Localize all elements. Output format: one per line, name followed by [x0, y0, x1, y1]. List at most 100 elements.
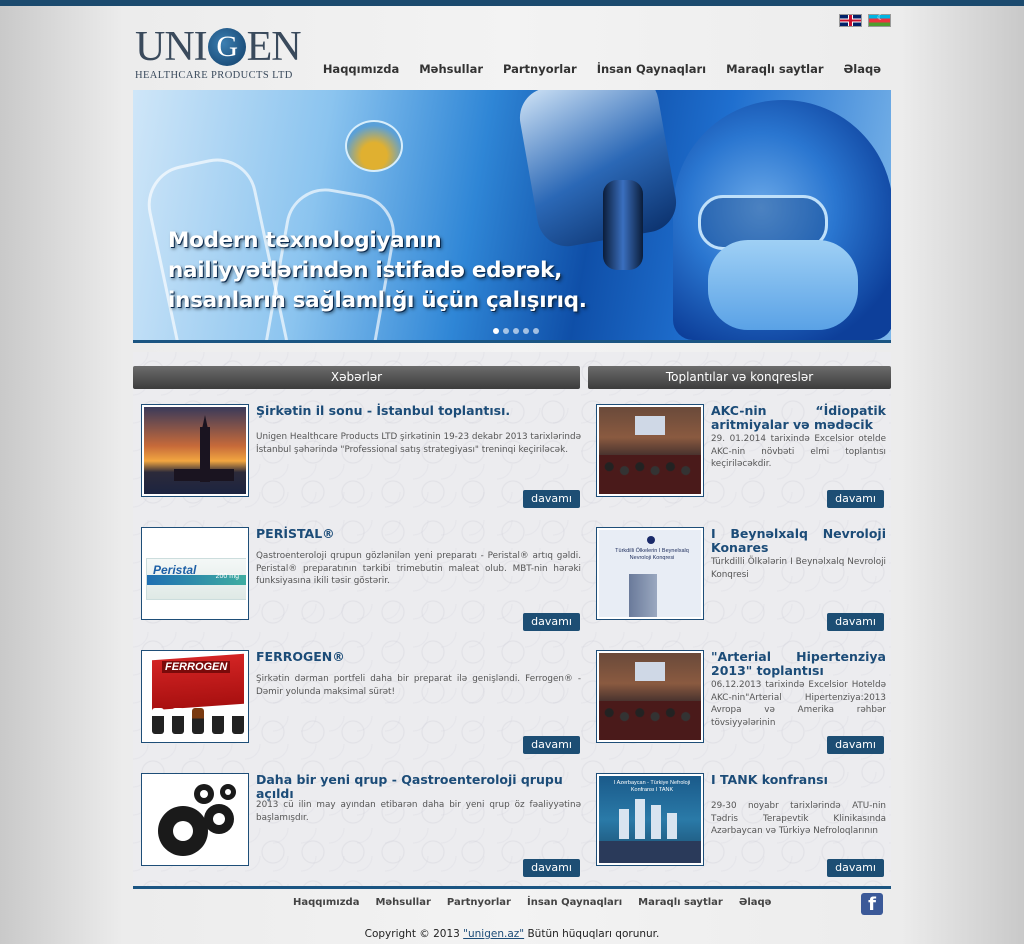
event-item: AKC-nin “İdiopatik aritmiyalar və mədəci… — [596, 404, 891, 514]
event-text: 29. 01.2014 tarixində Excelsior otelde A… — [711, 434, 886, 469]
news-title[interactable]: Şirkətin il sonu - İstanbul toplantısı. — [256, 404, 581, 418]
logo-subtitle: HEALTHCARE PRODUCTS LTD — [135, 70, 293, 81]
english-flag-icon[interactable] — [839, 14, 862, 27]
news-heading: Xəbərlər — [133, 366, 580, 389]
news-item: FERROGEN FERROGEN® Şirkətin dərman portf… — [141, 650, 581, 760]
news-thumbnail[interactable] — [141, 404, 249, 497]
language-switcher — [839, 13, 891, 27]
event-title[interactable]: I TANK konfransı — [711, 773, 886, 787]
ampoule — [232, 708, 244, 734]
read-more-button[interactable]: davamı — [827, 859, 884, 877]
read-more-button[interactable]: davamı — [523, 490, 580, 508]
content-area: Xəbərlər Toplantılar və konqreslər Şirkə… — [133, 352, 891, 886]
event-item: I Azerbaycan - Türkiye Nefroloji Konfran… — [596, 773, 891, 883]
neurology-congress-poster: Türkdilli Ölkelerin I Beynelxalq Nevrolo… — [599, 530, 701, 617]
nav-careers[interactable]: İnsan Qaynaqları — [597, 62, 706, 76]
news-item: Şirkətin il sonu - İstanbul toplantısı. … — [141, 404, 581, 514]
event-thumbnail[interactable] — [596, 650, 704, 743]
read-more-button[interactable]: davamı — [827, 736, 884, 754]
page-container: UNIGEN HEALTHCARE PRODUCTS LTD Haqqımızd… — [133, 0, 891, 944]
slider-dot[interactable] — [503, 328, 509, 334]
banner-slogan-line: insanların sağlamlığı üçün çalışırıq. — [168, 288, 587, 313]
slider-dot[interactable] — [523, 328, 529, 334]
copyright: Copyright © 2013 "unigen.az" Bütün hüquq… — [133, 928, 891, 940]
conference-audience — [599, 700, 701, 740]
copyright-text: Copyright © 2013 — [364, 928, 460, 940]
event-item: Türkdilli Ölkelerin I Beynelxalq Nevrolo… — [596, 527, 891, 637]
ampoule — [192, 708, 204, 734]
slider-dots — [493, 328, 539, 334]
slider-dot[interactable] — [513, 328, 519, 334]
gear-icon — [158, 806, 208, 856]
facebook-icon[interactable]: f — [861, 893, 883, 915]
nav-partners[interactable]: Partnyorlar — [503, 62, 577, 76]
gear-icon — [194, 784, 214, 804]
congress-emblem — [647, 536, 655, 544]
read-more-button[interactable]: davamı — [523, 736, 580, 754]
event-thumbnail[interactable]: I Azerbaycan - Türkiye Nefroloji Konfran… — [596, 773, 704, 866]
event-text: 06.12.2013 tarixində Excelsior Hoteldə A… — [711, 680, 886, 728]
banner-slogan-line: nailiyyətlərindən istifadə edərək, — [168, 258, 562, 283]
read-more-button[interactable]: davamı — [827, 613, 884, 631]
slider-dot[interactable] — [533, 328, 539, 334]
events-heading: Toplantılar və konqreslər — [588, 366, 891, 389]
poster-text: I Azerbaycan - Türkiye Nefroloji Konfran… — [613, 780, 691, 793]
news-text: Unigen Healthcare Products LTD şirkətini… — [256, 432, 581, 455]
event-text: 29-30 noyabr tarixlərində ATU-nin Tədris… — [711, 801, 886, 836]
gear-icon — [220, 784, 236, 800]
news-thumbnail[interactable]: Peristal 200 mg — [141, 527, 249, 620]
footer-nav-partners[interactable]: Partnyorlar — [447, 897, 511, 908]
logo-g-emblem: G — [207, 28, 246, 66]
building-silhouette — [667, 813, 677, 839]
logo[interactable]: UNI G EN HEALTHCARE PRODUCTS LTD — [135, 26, 305, 86]
poster-footer — [599, 841, 701, 863]
news-thumbnail[interactable]: FERROGEN — [141, 650, 249, 743]
hero-banner: Modern texnologiyanın nailiyyətlərindən … — [133, 90, 891, 340]
banner-slogan: Modern texnologiyanın nailiyyətlərindən … — [168, 226, 587, 316]
event-thumbnail[interactable]: Türkdilli Ölkelerin I Beynelxalq Nevrolo… — [596, 527, 704, 620]
event-title[interactable]: I Beynəlxalq Nevroloji Konares — [711, 527, 886, 555]
nav-contact[interactable]: Əlaqə — [844, 62, 882, 76]
ampoule — [212, 708, 224, 734]
copyright-site-link[interactable]: "unigen.az" — [463, 928, 524, 940]
news-title[interactable]: PERİSTAL® — [256, 527, 581, 541]
news-text: 2013 cü ilin may ayından etibarən daha b… — [256, 800, 581, 823]
istanbul-tower-image — [144, 407, 246, 494]
building-silhouette — [619, 809, 629, 839]
peristal-box-dose: 200 mg — [215, 573, 239, 580]
copyright-rights: Bütün hüquqları qorunur. — [527, 928, 660, 940]
footer-nav-about[interactable]: Haqqımızda — [293, 897, 359, 908]
read-more-button[interactable]: davamı — [523, 613, 580, 631]
nav-products[interactable]: Məhsullar — [419, 62, 483, 76]
main-nav: Haqqımızda Məhsullar Partnyorlar İnsan Q… — [323, 62, 881, 76]
slider-dot[interactable] — [493, 328, 499, 334]
tank-conference-poster: I Azerbaycan - Türkiye Nefroloji Konfran… — [599, 776, 701, 863]
banner-microscope-lens — [603, 180, 643, 270]
maiden-tower-image — [629, 574, 657, 617]
conference-photo — [599, 407, 701, 494]
news-title[interactable]: FERROGEN® — [256, 650, 581, 664]
footer-nav-contact[interactable]: Əlaqə — [739, 897, 772, 908]
news-thumbnail[interactable] — [141, 773, 249, 866]
read-more-button[interactable]: davamı — [827, 490, 884, 508]
event-thumbnail[interactable] — [596, 404, 704, 497]
news-title[interactable]: Daha bir yeni qrup - Qastroenteroloji qr… — [256, 773, 586, 801]
footer-nav-products[interactable]: Məhsullar — [375, 897, 430, 908]
footer-nav-careers[interactable]: İnsan Qaynaqları — [527, 897, 622, 908]
logo-text-1: UNI — [135, 24, 208, 70]
nav-about[interactable]: Haqqımızda — [323, 62, 399, 76]
azerbaijan-flag-icon[interactable] — [868, 13, 891, 27]
event-text: Türkdilli Ölkələrin I Beynəlxalq Nevrolo… — [711, 557, 886, 580]
nav-links[interactable]: Maraqlı saytlar — [726, 62, 823, 76]
gear-icon — [204, 804, 234, 834]
read-more-button[interactable]: davamı — [523, 859, 580, 877]
event-title[interactable]: "Arterial Hipertenziya 2013" toplantısı — [711, 650, 886, 678]
ferrogen-box-image: FERROGEN — [144, 653, 246, 740]
building-silhouette — [635, 799, 645, 839]
conference-audience — [599, 454, 701, 494]
footer-nav-links[interactable]: Maraqlı saytlar — [638, 897, 723, 908]
event-item: "Arterial Hipertenziya 2013" toplantısı … — [596, 650, 891, 760]
event-title[interactable]: AKC-nin “İdiopatik aritmiyalar və mədəci… — [711, 404, 886, 432]
building-silhouette — [651, 805, 661, 839]
ampoule — [152, 708, 164, 734]
